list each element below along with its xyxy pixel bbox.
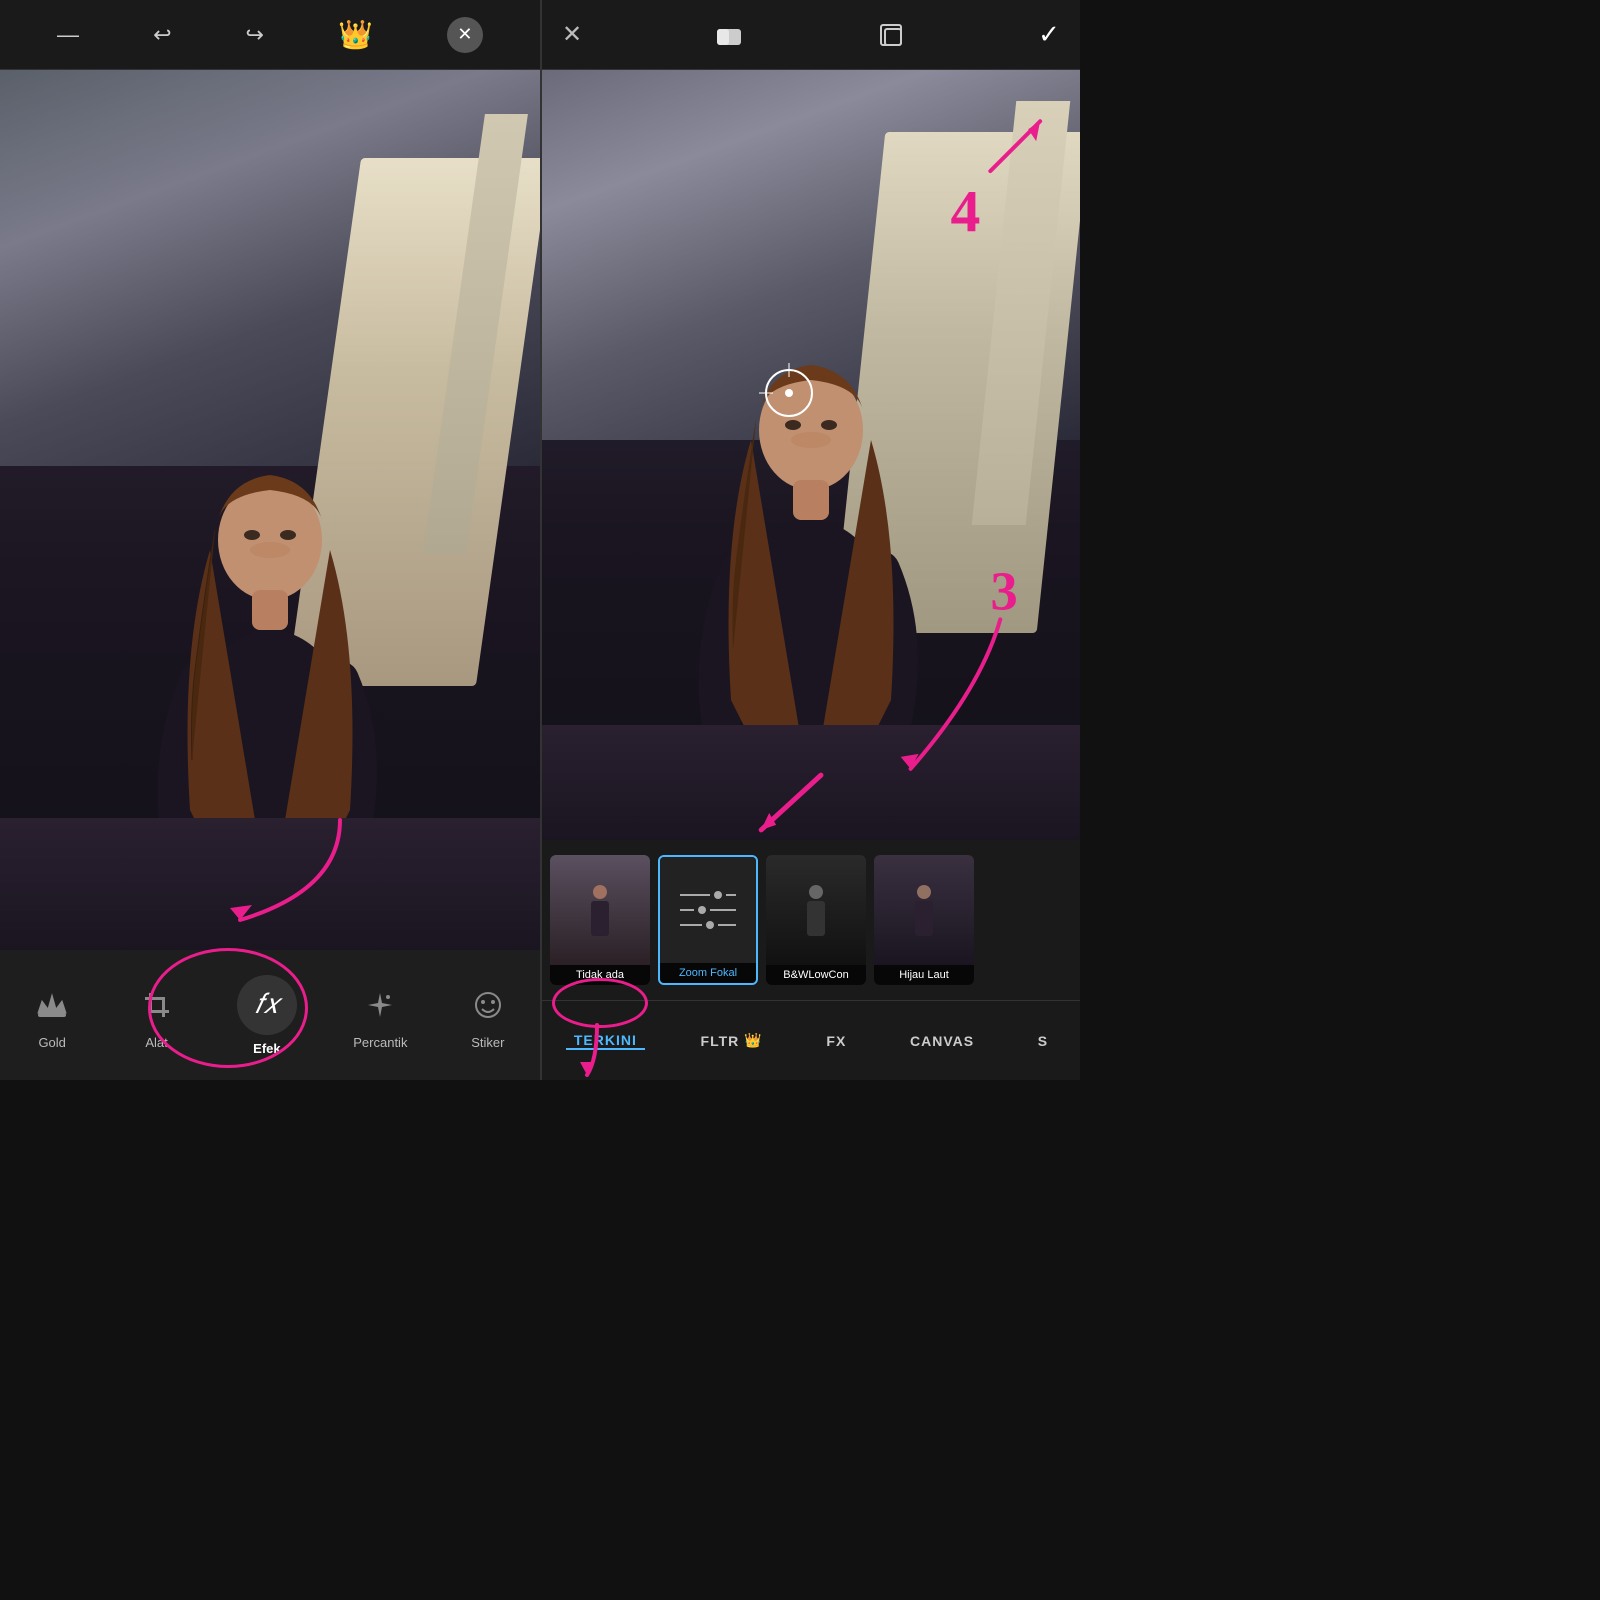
alat-label: Alat bbox=[145, 1035, 167, 1050]
bwlowcon-label: B&WLowCon bbox=[766, 965, 866, 985]
sparkle-icon bbox=[356, 981, 404, 1029]
gold-label: Gold bbox=[38, 1035, 65, 1050]
filter-bwlowcon[interactable]: B&WLowCon bbox=[766, 855, 866, 985]
tab-terkini[interactable]: TERKINI bbox=[566, 1032, 645, 1050]
filter-tidak-ada[interactable]: Tidak ada bbox=[550, 855, 650, 985]
crop-icon bbox=[133, 981, 181, 1029]
right-toolbar: ✕ ✓ bbox=[542, 0, 1080, 70]
crown-button[interactable]: 👑 bbox=[338, 18, 373, 51]
nav-item-percantik[interactable]: Percantik bbox=[353, 981, 407, 1050]
percantik-label: Percantik bbox=[353, 1035, 407, 1050]
filter-thumb-img-tidak-ada bbox=[550, 855, 650, 965]
tab-s[interactable]: S bbox=[1030, 1033, 1056, 1049]
left-toolbar: — ↩ ↪ 👑 ✕ bbox=[0, 0, 540, 70]
efek-icon: 𝑓𝑥 bbox=[237, 975, 297, 1035]
layers-button[interactable] bbox=[875, 19, 907, 51]
left-bottom-nav: Gold Alat 𝑓𝑥 Efek Percantik bbox=[0, 950, 540, 1080]
zoom-fokal-label: Zoom Fokal bbox=[660, 963, 756, 983]
nav-item-gold[interactable]: Gold bbox=[28, 981, 76, 1050]
sliders-icon bbox=[680, 891, 736, 929]
right-photo-area: 4 3 bbox=[542, 70, 1080, 840]
filter-thumb-img-hijau-laut bbox=[874, 855, 974, 965]
close-right-button[interactable]: ✕ bbox=[562, 20, 582, 49]
filter-hijau-laut[interactable]: Hijau Laut bbox=[874, 855, 974, 985]
close-left-button[interactable]: ✕ bbox=[447, 17, 483, 53]
bottom-tab-bar: TERKINI FLTR 👑 FX CANVAS S bbox=[542, 1000, 1080, 1080]
filter-thumb-img-zoom-fokal bbox=[660, 857, 756, 963]
sticker-icon bbox=[464, 981, 512, 1029]
filter-zoom-fokal[interactable]: Zoom Fokal bbox=[658, 855, 758, 985]
filter-strip: Tidak ada bbox=[542, 840, 1080, 1000]
tab-fltr[interactable]: FLTR 👑 bbox=[693, 1032, 771, 1049]
eraser-button[interactable] bbox=[713, 21, 745, 49]
hijau-laut-label: Hijau Laut bbox=[874, 965, 974, 985]
tab-fx[interactable]: FX bbox=[818, 1033, 854, 1049]
focus-dot bbox=[785, 389, 793, 397]
left-panel: — ↩ ↪ 👑 ✕ bbox=[0, 0, 540, 1080]
filter-thumb-img-bwlowcon bbox=[766, 855, 866, 965]
left-photo-area bbox=[0, 70, 540, 950]
stiker-label: Stiker bbox=[471, 1035, 504, 1050]
fx-text: 𝑓𝑥 bbox=[255, 989, 279, 1021]
undo-button[interactable]: ↩ bbox=[153, 22, 171, 48]
nav-item-alat[interactable]: Alat bbox=[133, 981, 181, 1050]
fltr-label: FLTR bbox=[701, 1033, 740, 1049]
confirm-button[interactable]: ✓ bbox=[1038, 19, 1060, 50]
tidak-ada-label: Tidak ada bbox=[550, 965, 650, 985]
fltr-crown-icon: 👑 bbox=[744, 1032, 762, 1049]
left-photo-bg bbox=[0, 70, 540, 950]
redo-button[interactable]: ↪ bbox=[246, 22, 264, 48]
minimize-button[interactable]: — bbox=[57, 22, 79, 48]
tab-canvas[interactable]: CANVAS bbox=[902, 1033, 982, 1049]
nav-item-stiker[interactable]: Stiker bbox=[464, 981, 512, 1050]
crown-icon bbox=[28, 981, 76, 1029]
efek-label: Efek bbox=[253, 1041, 280, 1056]
right-panel: ✕ ✓ bbox=[540, 0, 1080, 1080]
right-photo-bg bbox=[542, 70, 1080, 840]
focus-circle bbox=[765, 369, 813, 417]
nav-item-efek[interactable]: 𝑓𝑥 Efek bbox=[237, 975, 297, 1056]
